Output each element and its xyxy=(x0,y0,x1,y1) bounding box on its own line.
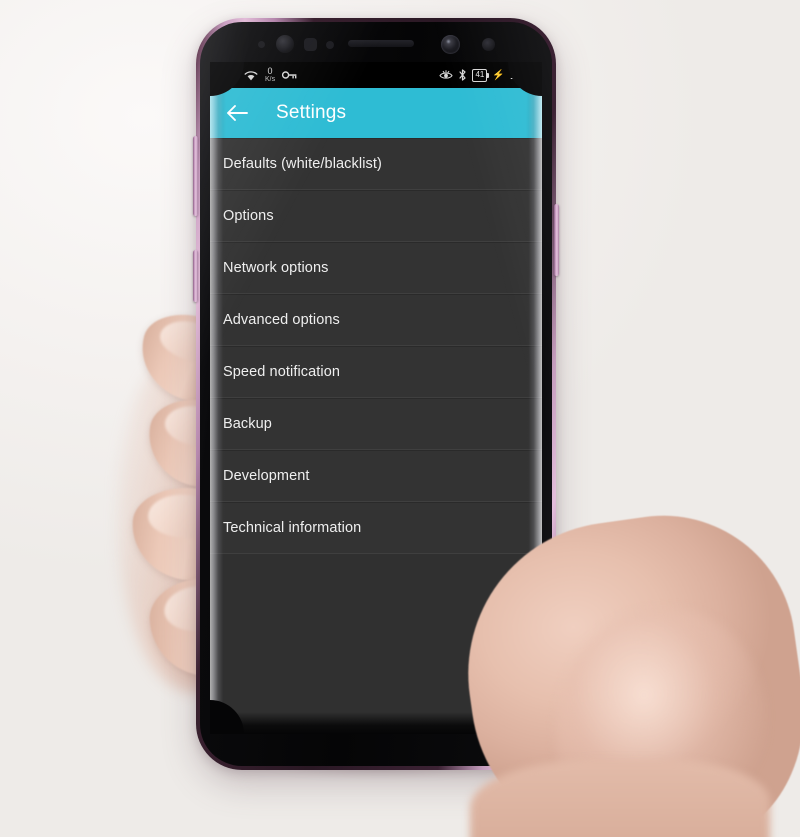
list-item-options[interactable]: Options xyxy=(210,190,542,242)
page-title: Settings xyxy=(276,102,347,123)
smartphone-device: 0 K/s 41 ⚡ 1:43 Settings Defaults (white… xyxy=(193,18,559,770)
data-rate-indicator: 0 K/s xyxy=(265,66,276,84)
status-bar: 0 K/s 41 ⚡ 1:43 xyxy=(210,62,542,88)
status-bar-right: 41 ⚡ 1:43 xyxy=(439,68,534,82)
volume-rocker-button[interactable] xyxy=(193,136,198,216)
list-item-speed-notification[interactable]: Speed notification xyxy=(210,346,542,398)
phone-front-glass: 0 K/s 41 ⚡ 1:43 Settings Defaults (white… xyxy=(200,22,552,766)
wifi-icon xyxy=(244,70,258,81)
list-item-backup[interactable]: Backup xyxy=(210,398,542,450)
bixby-button[interactable] xyxy=(193,250,198,302)
earpiece-speaker xyxy=(348,40,414,47)
eye-comfort-shield-icon xyxy=(439,69,454,81)
bluetooth-icon xyxy=(458,69,467,81)
top-bezel xyxy=(200,22,552,62)
list-item-advanced-options[interactable]: Advanced options xyxy=(210,294,542,346)
app-bar: Settings xyxy=(210,88,542,138)
data-rate-value: 0 xyxy=(267,66,273,76)
status-bar-clock: 1:43 xyxy=(509,68,534,82)
power-button[interactable] xyxy=(554,204,559,276)
list-item-label: Technical information xyxy=(223,519,362,536)
list-item-network-options[interactable]: Network options xyxy=(210,242,542,294)
back-arrow-icon[interactable] xyxy=(224,100,250,126)
palm-highlight xyxy=(556,610,766,837)
battery-level: 41 xyxy=(475,70,485,79)
light-sensor-icon xyxy=(304,38,317,51)
list-item-label: Advanced options xyxy=(223,311,340,328)
list-item-label: Network options xyxy=(223,259,329,276)
list-item-label: Options xyxy=(223,207,274,224)
data-rate-unit: K/s xyxy=(265,76,276,83)
led-indicator-icon xyxy=(326,41,334,49)
battery-indicator: 41 xyxy=(472,68,490,82)
secondary-sensor-icon xyxy=(482,38,495,51)
phone-screen: 0 K/s 41 ⚡ 1:43 Settings Defaults (white… xyxy=(210,62,542,734)
list-item-label: Defaults (white/blacklist) xyxy=(223,155,382,172)
list-item-label: Speed notification xyxy=(223,363,341,380)
list-item-technical-information[interactable]: Technical information xyxy=(210,502,542,554)
screenshot-scene: 0 K/s 41 ⚡ 1:43 Settings Defaults (white… xyxy=(0,0,800,837)
list-item-label: Development xyxy=(223,467,310,484)
status-bar-left: 0 K/s xyxy=(224,67,297,83)
front-camera-lens xyxy=(441,35,460,54)
proximity-sensor-icon xyxy=(258,41,265,48)
list-item-development[interactable]: Development xyxy=(210,450,542,502)
settings-list: Defaults (white/blacklist) Options Netwo… xyxy=(210,138,542,734)
charging-bolt-icon: ⚡ xyxy=(492,69,505,81)
list-item-label: Backup xyxy=(223,415,272,432)
key-vpn-icon xyxy=(282,70,297,80)
cellular-signal-icon xyxy=(224,70,237,81)
list-item-defaults[interactable]: Defaults (white/blacklist) xyxy=(210,138,542,190)
list-empty-area xyxy=(210,554,542,734)
iris-scanner-icon xyxy=(276,35,294,53)
